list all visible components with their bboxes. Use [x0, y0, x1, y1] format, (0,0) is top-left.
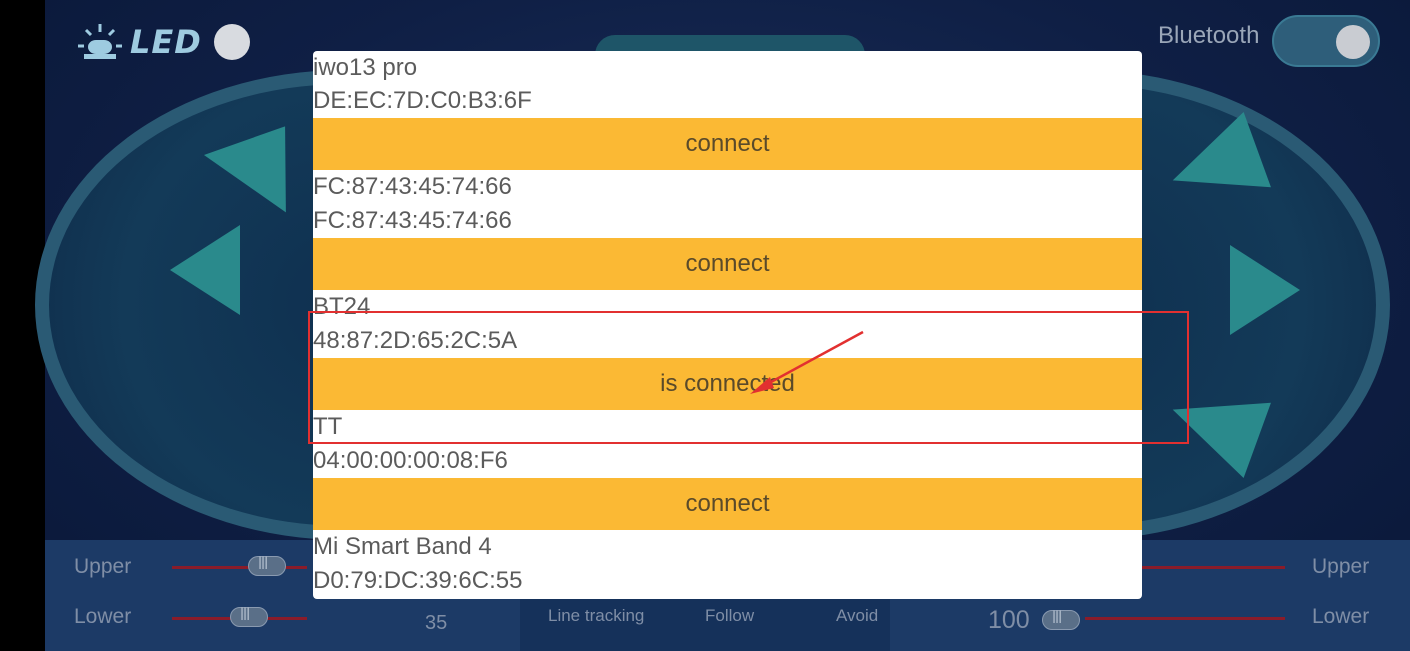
upper-slider-thumb-left[interactable]	[248, 555, 286, 576]
connect-button[interactable]: connect	[313, 238, 1142, 290]
device-mac: 04:00:00:00:08:F6	[313, 447, 508, 474]
upper-slider-track-right[interactable]	[1140, 566, 1285, 569]
upper-slider-track-left[interactable]	[172, 566, 307, 569]
device-item: iwo13 pro DE:EC:7D:C0:B3:6F connect	[313, 51, 1142, 170]
upper-label-left: Upper	[74, 555, 132, 578]
led-label: LED	[130, 23, 202, 61]
mode-line-tracking[interactable]: Line tracking	[548, 606, 644, 626]
lower-label-left: Lower	[74, 605, 132, 628]
annotation-highlight-box	[308, 311, 1189, 444]
bluetooth-toggle[interactable]	[1272, 15, 1380, 67]
lower-slider-thumb-right[interactable]	[1042, 609, 1080, 630]
lower-label-right: Lower	[1312, 605, 1370, 628]
device-mac: FC:87:43:45:74:66	[313, 207, 512, 234]
bluetooth-toggle-knob	[1336, 25, 1370, 59]
speed-value-right: 100	[988, 606, 1030, 634]
led-control[interactable]: LED	[78, 20, 250, 64]
siren-icon	[78, 20, 122, 64]
upper-label-right: Upper	[1312, 555, 1370, 578]
left-arrow-icon[interactable]	[170, 225, 240, 315]
lower-slider-track-right[interactable]	[1085, 617, 1285, 620]
mode-avoid[interactable]: Avoid	[836, 606, 878, 626]
connect-button[interactable]: connect	[313, 478, 1142, 530]
device-mac: DE:EC:7D:C0:B3:6F	[313, 87, 532, 114]
device-name: iwo13 pro	[313, 54, 418, 81]
speed-value-left: 35	[425, 612, 448, 634]
mode-follow[interactable]: Follow	[705, 606, 754, 626]
device-mac: D0:79:DC:39:6C:55	[313, 567, 523, 594]
device-name: Mi Smart Band 4	[313, 533, 492, 560]
right-arrow-icon[interactable]	[1230, 245, 1300, 335]
bluetooth-label: Bluetooth	[1158, 22, 1260, 49]
led-toggle[interactable]	[213, 24, 250, 60]
device-name: FC:87:43:45:74:66	[313, 173, 512, 200]
device-item: Mi Smart Band 4 D0:79:DC:39:6C:55	[313, 530, 1142, 598]
lower-slider-thumb-left[interactable]	[230, 606, 268, 627]
connect-button[interactable]: connect	[313, 118, 1142, 170]
device-item: FC:87:43:45:74:66 FC:87:43:45:74:66 conn…	[313, 170, 1142, 290]
